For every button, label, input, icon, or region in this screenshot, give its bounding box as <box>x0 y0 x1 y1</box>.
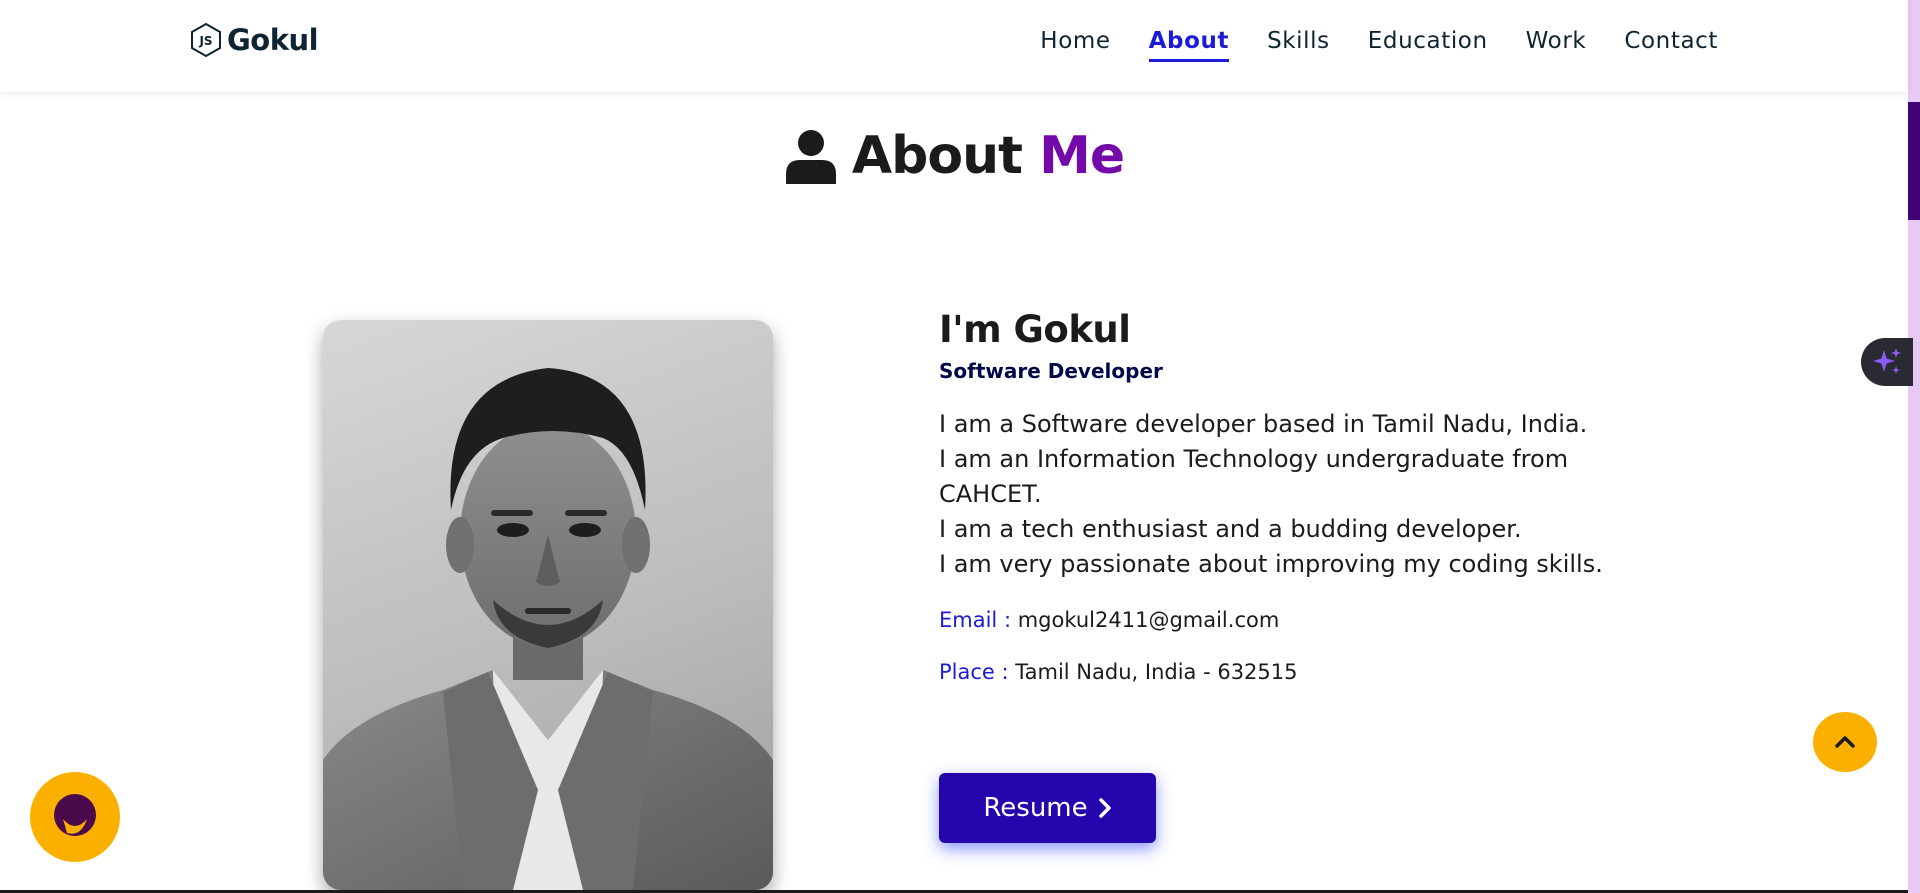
about-content: I'm Gokul Software Developer I am a Soft… <box>939 308 1639 684</box>
email-value: mgokul2411@gmail.com <box>1017 608 1280 632</box>
sparkle-icon <box>1873 348 1901 374</box>
logo-link[interactable]: JS Gokul <box>189 22 319 58</box>
place-value: Tamil Nadu, India - 632515 <box>1015 660 1298 684</box>
place-row: Place : Tamil Nadu, India - 632515 <box>939 660 1639 684</box>
main-nav: Home About Skills Education Work Contact <box>1040 28 1718 62</box>
nav-item-home[interactable]: Home <box>1040 28 1110 62</box>
nodejs-hexagon-icon: JS <box>191 22 221 58</box>
bio-line: I am a tech enthusiast and a budding dev… <box>939 515 1522 543</box>
site-header: JS Gokul Home About Skills Education Wor… <box>0 0 1908 92</box>
about-heading: About Me <box>0 126 1908 186</box>
bio-line: I am a Software developer based in Tamil… <box>939 410 1588 438</box>
chat-widget-button[interactable] <box>30 772 120 862</box>
chevron-up-icon <box>1835 736 1855 748</box>
nav-item-contact[interactable]: Contact <box>1624 28 1718 62</box>
bio-line: CAHCET. <box>939 480 1042 508</box>
profile-role: Software Developer <box>939 359 1163 383</box>
chevron-right-icon <box>1098 798 1111 818</box>
nav-item-education[interactable]: Education <box>1368 28 1488 62</box>
nav-item-work[interactable]: Work <box>1526 28 1587 62</box>
profile-name: I'm Gokul <box>939 308 1131 351</box>
user-icon <box>785 130 836 184</box>
chat-bubble-icon <box>54 794 96 836</box>
bio-line: I am an Information Technology undergrad… <box>939 445 1569 473</box>
page-title: About Me <box>851 126 1125 186</box>
email-label: Email : <box>939 608 1012 632</box>
resume-label: Resume <box>983 793 1088 823</box>
ai-assistant-button[interactable] <box>1861 338 1913 386</box>
logo-text: Gokul <box>227 23 319 57</box>
nav-item-about[interactable]: About <box>1148 28 1230 62</box>
heading-accent: Me <box>1039 126 1125 186</box>
bio-paragraph: I am a Software developer based in Tamil… <box>939 407 1639 582</box>
bio-line: I am very passionate about improving my … <box>939 550 1603 578</box>
profile-photo <box>323 320 773 890</box>
place-label: Place : <box>939 660 1009 684</box>
heading-main: About <box>851 126 1023 186</box>
resume-button[interactable]: Resume <box>939 773 1156 843</box>
nav-item-skills[interactable]: Skills <box>1267 28 1330 62</box>
scrollbar-thumb[interactable] <box>1908 102 1920 220</box>
email-row: Email : mgokul2411@gmail.com <box>939 608 1639 632</box>
svg-text:JS: JS <box>198 34 212 48</box>
scroll-top-button[interactable] <box>1813 712 1877 772</box>
